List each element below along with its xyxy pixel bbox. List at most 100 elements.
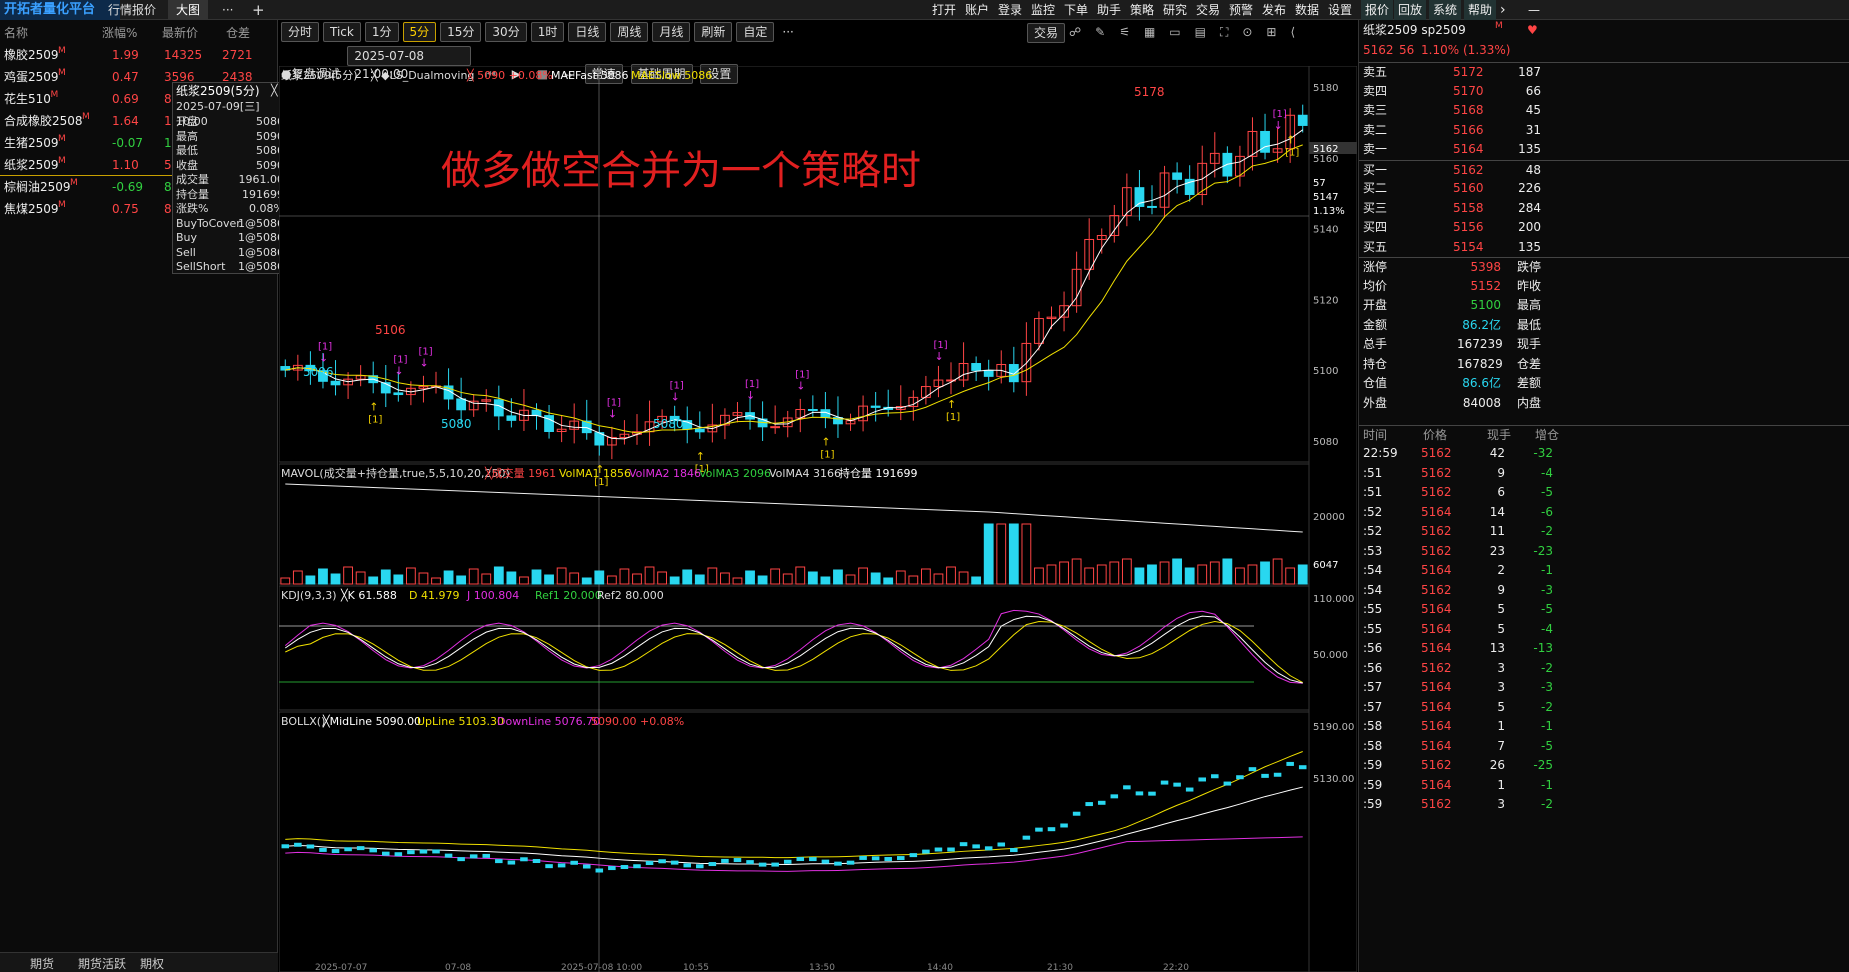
volume-bar [920,568,931,585]
tick-time: :58 [1363,738,1383,753]
chart-area[interactable]: 分时 Tick 1分 5分 15分 30分 1时 日线 周线 月线 刷新 自定 ··· 交易 ☍✎⚟▦▭… [279,20,1357,972]
tooltip-value: 1@5086 [238,245,284,259]
kline-chart[interactable]: [1]↓[1]↑[1]↓[1]↓[1]↑[1]↓[1]↓[1]↑[1]↓[1]↓… [279,66,1357,972]
tab-options[interactable]: 期权 [140,955,164,972]
boll-bar [683,863,691,868]
stat-label2: 最高 [1517,298,1542,312]
replay-datetime-select[interactable]: 2025-07-08 21:00:00 [347,46,472,81]
orderbook-row[interactable]: 卖一 5164 135 [1359,140,1849,160]
minimize-icon[interactable]: — [1528,0,1540,20]
add-tab-icon[interactable]: + [244,0,273,20]
menu-alert[interactable]: 预警 [1229,0,1253,20]
menu-open[interactable]: 打开 [932,0,956,20]
chart-tool-icons[interactable]: ☍✎⚟▦▭▤⛶⊙⊞⟨ [1069,25,1309,40]
period-button[interactable]: 15分 [440,22,482,42]
stat-label: 总手 [1363,337,1388,351]
period-button[interactable]: 周线 [610,22,649,42]
trade-button[interactable]: 交易 [1027,23,1069,43]
tick-volume: 7 [1497,738,1505,753]
quote-pct2: (1.33%) [1463,43,1511,57]
volume-bar [456,575,467,585]
menu-replay[interactable]: 回放 [1394,0,1427,20]
menu-research[interactable]: 研究 [1163,0,1187,20]
menu-order[interactable]: 下单 [1064,0,1088,20]
col-last: 最新价 [162,26,199,40]
main-contract-mark: M [58,156,66,166]
tab-overflow-icon[interactable]: ··· [214,0,241,20]
period-button[interactable]: 分时 [281,22,320,42]
tab-futures[interactable]: 期货 [30,955,54,972]
menu-assistant[interactable]: 助手 [1097,0,1121,20]
orderbook-row[interactable]: 卖二 5166 31 [1359,121,1849,141]
orderbook-row[interactable]: 买四 5156 200 [1359,218,1849,238]
menu-help[interactable]: 帮助 [1464,0,1497,20]
volume-bar [1197,564,1208,585]
boll-down-line [285,836,1303,872]
close-icon[interactable]: ╳ [271,84,278,99]
menu-strategy[interactable]: 策略 [1130,0,1154,20]
more-icon[interactable]: ··· [782,25,793,39]
period-button[interactable]: 自定 [736,22,775,42]
main-contract-mark: M [58,134,66,144]
heart-icon[interactable]: ♥ [1527,21,1538,41]
tick-oi-change: -5 [1541,485,1553,499]
menu-system[interactable]: 系统 [1429,0,1462,20]
menu-account[interactable]: 账户 [965,0,989,20]
period-button[interactable]: Tick [323,22,361,42]
tick-price: 5164 [1421,699,1452,714]
tooltip-row: Sell 1@5086 [176,246,284,261]
stat-row: 总手 167239 现手 [1359,335,1849,355]
orderbook-row[interactable]: 卖五 5172 187 [1359,62,1849,82]
stat-label2: 最低 [1517,317,1542,332]
tooltip-value: 1@5086 [238,231,284,244]
tick-time: :51 [1363,485,1383,499]
tick-price: 5162 [1421,543,1452,558]
period-button[interactable]: 1时 [530,22,565,42]
orderbook-label: 卖四 [1363,83,1388,98]
tab-quotes[interactable]: 行情报价 [100,0,164,20]
period-button[interactable]: 5分 [402,22,437,42]
orderbook-label: 卖二 [1363,122,1388,137]
menu-monitor[interactable]: 监控 [1031,0,1055,20]
watchlist-name: 纸浆2509 [4,158,59,172]
period-button[interactable]: 月线 [652,22,691,42]
tab-active-futures[interactable]: 期货活跃 [78,955,126,972]
sell-arrow-icon: ↑ [369,401,378,414]
volume-bar [1222,558,1233,585]
menu-data[interactable]: 数据 [1295,0,1319,20]
menu-trade[interactable]: 交易 [1196,0,1220,20]
orderbook-row[interactable]: 买二 5160 226 [1359,179,1849,199]
boll-bar [457,857,465,862]
boll-bar [758,862,767,867]
boll-bar [1160,780,1169,785]
tick-price: 5164 [1421,777,1452,792]
menu-login[interactable]: 登录 [998,0,1022,20]
volume-bar [1235,567,1245,585]
orderbook-row[interactable]: 买一 5162 48 [1359,159,1849,180]
orderbook-price: 5158 [1453,200,1484,215]
orderbook-price: 5162 [1453,162,1484,177]
menu-settings[interactable]: 设置 [1328,0,1352,20]
tick-time: :57 [1363,699,1383,714]
volume-bar [581,577,592,585]
period-button[interactable]: 30分 [485,22,527,42]
orderbook-row[interactable]: 卖四 5170 66 [1359,82,1849,102]
tab-big-chart[interactable]: 大图 [168,0,209,20]
period-button[interactable]: 刷新 [694,22,733,42]
watchlist-change: 1.99 [112,48,139,62]
menu-quote[interactable]: 报价 [1361,0,1394,20]
period-button[interactable]: 日线 [568,22,607,42]
quote-panel: 纸浆2509 sp2509 M ♥ 5162 56 1.10% (1.33%) … [1358,20,1849,972]
period-button[interactable]: 1分 [364,22,399,42]
tooltip-row: 收盘 5090 [176,159,284,174]
tick-time: :56 [1363,641,1383,655]
orderbook-row[interactable]: 买三 5158 284 [1359,199,1849,219]
watchlist-row[interactable]: 橡胶2509 1.99 14325 2721 M [0,44,278,66]
tick-price: 5164 [1421,563,1452,577]
boll-bar [721,858,729,863]
orderbook-row[interactable]: 卖三 5168 45 [1359,101,1849,121]
tick-row: :57 5164 3 -3 [1359,678,1849,698]
orderbook-row[interactable]: 买五 5154 135 [1359,238,1849,258]
volume-bar [1084,567,1095,585]
menu-publish[interactable]: 发布 [1262,0,1286,20]
